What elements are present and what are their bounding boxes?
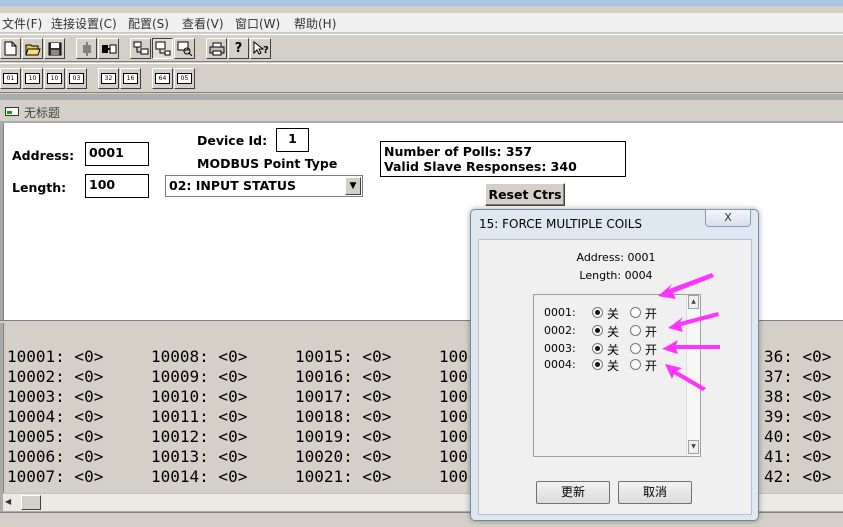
- context-help-icon[interactable]: ?: [250, 38, 271, 59]
- monitor-icon[interactable]: [152, 38, 173, 59]
- save-disk-icon[interactable]: [44, 38, 65, 59]
- menu-setup[interactable]: 配置(S): [128, 15, 169, 32]
- fc-32bit-icon[interactable]: 32: [98, 68, 119, 89]
- new-file-icon[interactable]: [0, 38, 21, 59]
- fc-64bit-icon[interactable]: 64: [152, 68, 173, 89]
- child-window-title: 无标题: [24, 106, 61, 120]
- connect-plug-icon[interactable]: [76, 38, 97, 59]
- coil-off-radio[interactable]: [592, 343, 603, 354]
- network-icon[interactable]: [130, 38, 151, 59]
- menu-view[interactable]: 查看(V): [182, 15, 224, 32]
- device-id-label: Device Id:: [197, 133, 268, 148]
- scroll-down-icon[interactable]: ▼: [688, 440, 699, 454]
- print-icon[interactable]: [206, 38, 227, 59]
- fc02-read-inputs-icon[interactable]: 10: [22, 68, 43, 89]
- menu-bar: 文件(F) 连接设置(C) 配置(S) 查看(V) 窗口(W) 帮助(H): [0, 13, 843, 33]
- force-coils-dialog: 15: FORCE MULTIPLE COILS X Address: 0001…: [470, 209, 759, 521]
- fc03-read-holding-icon[interactable]: 03: [66, 68, 87, 89]
- polls-count: Number of Polls: 357: [384, 144, 532, 159]
- dialog-body: Address: 0001 Length: 0004 0001: 关 开 000…: [478, 239, 752, 515]
- reset-counters-button[interactable]: Reset Ctrs: [485, 183, 565, 206]
- menu-help[interactable]: 帮助(H): [294, 15, 336, 32]
- svg-text:?: ?: [263, 45, 269, 56]
- scroll-thumb[interactable]: [21, 495, 41, 510]
- dialog-close-button[interactable]: X: [705, 209, 751, 227]
- fc05-write-coil-icon[interactable]: 05: [174, 68, 195, 89]
- open-folder-icon[interactable]: [22, 38, 43, 59]
- fc01-read-coils-icon[interactable]: 01: [0, 68, 21, 89]
- point-type-select[interactable]: 02: INPUT STATUS ▼: [165, 175, 363, 197]
- menu-connection[interactable]: 连接设置(C): [51, 15, 117, 32]
- coil-list-scrollbar[interactable]: ▲ ▼: [686, 295, 700, 456]
- address-field[interactable]: 0001: [85, 142, 149, 166]
- address-label: Address:: [12, 148, 75, 163]
- coil-off-radio[interactable]: [592, 359, 603, 370]
- coil-on-radio[interactable]: [630, 343, 641, 354]
- dialog-address-text: Address: 0001: [576, 251, 656, 264]
- device-id-field[interactable]: 1: [276, 128, 309, 152]
- dialog-title: 15: FORCE MULTIPLE COILS: [479, 217, 643, 231]
- coil-list: 0001: 关 开 0002: 关 开 0003: 关 开 0004: 关 开 …: [533, 294, 701, 457]
- fc-read-registers-icon[interactable]: 10: [44, 68, 65, 89]
- point-type-value: 02: INPUT STATUS: [169, 178, 296, 193]
- close-icon: X: [724, 211, 732, 224]
- search-device-icon[interactable]: [174, 38, 195, 59]
- menu-file[interactable]: 文件(F): [2, 15, 42, 32]
- length-label: Length:: [12, 180, 67, 195]
- window-icon: [5, 107, 19, 116]
- update-button[interactable]: 更新: [536, 481, 610, 504]
- dialog-length-text: Length: 0004: [579, 269, 653, 282]
- valid-responses-count: Valid Slave Responses: 340: [384, 159, 577, 174]
- app-title-bar: [0, 0, 843, 6]
- cancel-button[interactable]: 取消: [618, 481, 692, 504]
- scroll-left-icon[interactable]: ◀: [5, 497, 11, 506]
- poll-stats-box: Number of Polls: 357 Valid Slave Respons…: [380, 141, 626, 177]
- coil-off-radio[interactable]: [592, 325, 603, 336]
- menu-window[interactable]: 窗口(W): [235, 15, 280, 32]
- coil-on-radio[interactable]: [630, 359, 641, 370]
- coil-on-radio[interactable]: [630, 325, 641, 336]
- help-question-icon[interactable]: ?: [228, 38, 249, 59]
- chevron-down-icon[interactable]: ▼: [345, 177, 361, 195]
- child-window-title-bar[interactable]: 无标题: [0, 100, 843, 122]
- length-field[interactable]: 100: [85, 174, 149, 198]
- coil-on-radio[interactable]: [630, 307, 641, 318]
- main-toolbar: ? ?: [0, 34, 843, 62]
- coil-off-radio[interactable]: [592, 307, 603, 318]
- fc16-write-registers-icon[interactable]: 16: [120, 68, 141, 89]
- scroll-up-icon[interactable]: ▲: [688, 295, 699, 309]
- disconnect-plug-icon[interactable]: [98, 38, 119, 59]
- point-type-label: MODBUS Point Type: [197, 156, 338, 171]
- function-toolbar: 01 10 10 03 32 16 64 05: [0, 63, 843, 93]
